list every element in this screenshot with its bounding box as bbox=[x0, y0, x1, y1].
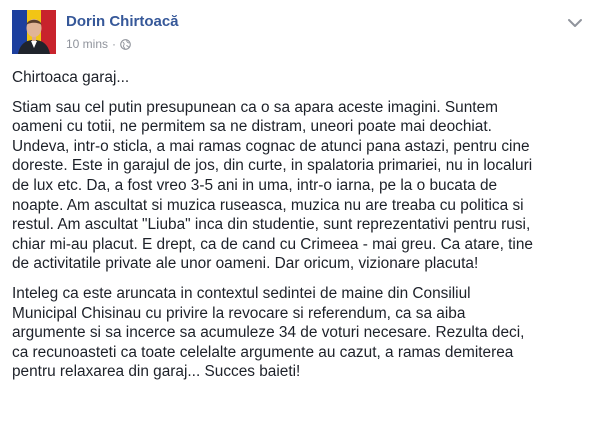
post-text-line: argumente si sa incerce sa acumuleze 34 … bbox=[12, 324, 525, 342]
post-text-line: Municipal Chisinau cu privire la revocar… bbox=[12, 304, 466, 322]
post-text-line: restul. Am ascultat "Liuba" inca din stu… bbox=[12, 216, 531, 234]
meta-separator: · bbox=[112, 37, 117, 51]
facebook-post: Dorin Chirtoacă 10 mins · Chirtoaca gara… bbox=[0, 0, 600, 444]
post-paragraph: Chirtoaca garaj... bbox=[12, 68, 588, 88]
globe-icon[interactable] bbox=[120, 38, 131, 50]
post-meta: 10 mins · bbox=[66, 37, 131, 51]
post-text-line: doreste. Este in garajul de jos, din cur… bbox=[12, 157, 533, 175]
post-timestamp[interactable]: 10 mins bbox=[66, 37, 108, 51]
post-text-line: ca recunoasteti ca toate celelalte argum… bbox=[12, 343, 514, 361]
post-text-line: de lux etc. Da, a fost vreo 3-5 ani in u… bbox=[12, 176, 498, 194]
post-text-line: Chirtoaca garaj... bbox=[12, 69, 130, 86]
post-paragraph: Stiam sau cel putin presupunean ca o sa … bbox=[12, 98, 588, 274]
post-text-line: chiar mi-au placut. E drept, ca de cand … bbox=[12, 235, 533, 253]
post-text-line: Undeva, intr-o sticla, a mai ramas cogna… bbox=[12, 137, 530, 155]
post-options-button[interactable] bbox=[566, 16, 584, 30]
post-text-line: oameni cu totii, ne permitem sa ne distr… bbox=[12, 118, 492, 136]
post-paragraph: Inteleg ca este aruncata in contextul se… bbox=[12, 284, 588, 382]
post-header: Dorin Chirtoacă 10 mins · bbox=[12, 10, 588, 56]
post-text-line: noapte. Am ascultat si muzica ruseasca, … bbox=[12, 196, 524, 214]
post-text-line: de activitatile private ale unor oameni.… bbox=[12, 255, 479, 273]
chevron-down-icon bbox=[568, 19, 582, 27]
avatar[interactable] bbox=[12, 10, 56, 54]
post-text-line: Inteleg ca este aruncata in contextul se… bbox=[12, 284, 471, 302]
author-name[interactable]: Dorin Chirtoacă bbox=[66, 13, 179, 30]
post-text-line: pentru relaxarea din garaj... Succes bai… bbox=[12, 363, 301, 381]
post-text-line: Stiam sau cel putin presupunean ca o sa … bbox=[12, 98, 498, 116]
post-body: Chirtoaca garaj... Stiam sau cel putin p… bbox=[12, 68, 588, 392]
